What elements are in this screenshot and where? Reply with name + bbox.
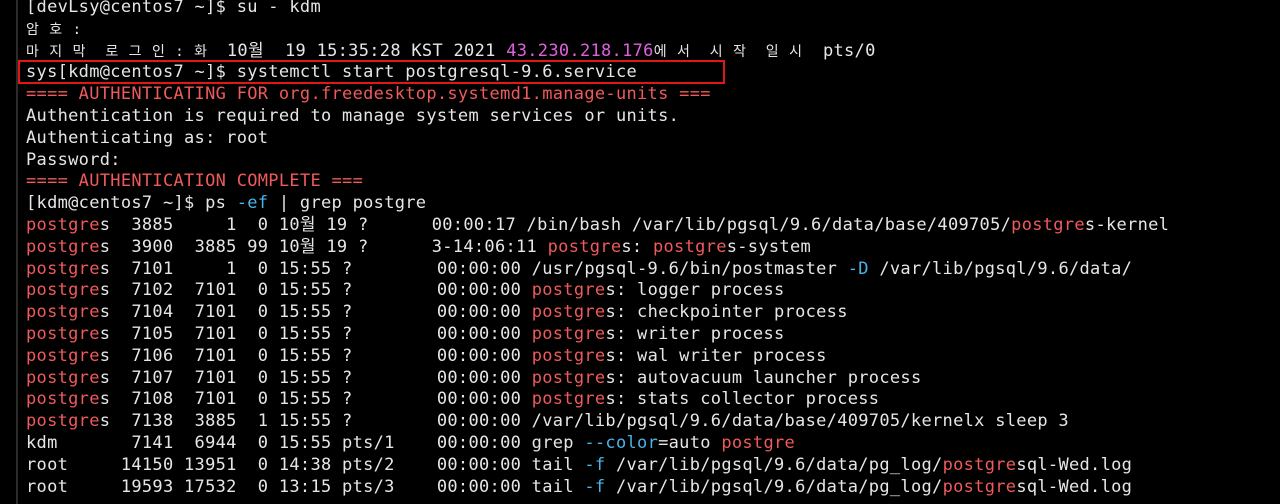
terminal-text-segment: postgre xyxy=(942,476,1017,497)
terminal-line: postgres 7101 1 0 15:55 ? 00:00:00 /usr/… xyxy=(26,259,1132,281)
terminal-text-segment: Authenticating as: root xyxy=(26,127,269,148)
terminal-text-segment: postgre xyxy=(547,236,622,257)
terminal-window[interactable]: [devLsy@centos7 ~]$ su - kdm 암 호 : 마 지 막 로… xyxy=(0,0,1280,504)
terminal-text-segment: postgre xyxy=(26,302,100,323)
terminal-text-segment: /var/lib/pgsql/9.6/data/pg_log/ xyxy=(605,454,943,475)
terminal-text-segment: postgre xyxy=(531,324,606,344)
terminal-text-segment: s 7106 7101 0 15:55 ? 00:00:00 xyxy=(99,345,532,366)
terminal-text-segment: Authentication is required to manage sys… xyxy=(26,106,680,126)
terminal-text-segment: postgre xyxy=(531,302,606,323)
terminal-line: Authenticating as: root xyxy=(26,128,268,150)
terminal-text-segment: s 7105 7101 0 15:55 ? 00:00:00 xyxy=(99,324,532,344)
terminal-line: postgres 7102 7101 0 15:55 ? 00:00:00 po… xyxy=(26,280,785,302)
terminal-line: [kdm@centos7 ~]$ ps -ef | grep postgre xyxy=(26,193,426,215)
terminal-text-segment: postgre xyxy=(942,454,1017,475)
terminal-text-segment: /var/lib/pgsql/9.6/data/pg_log/ xyxy=(605,476,943,497)
terminal-text-segment: [kdm@centos7 ~]$ ps xyxy=(26,193,237,214)
terminal-text-segment: Password: xyxy=(26,149,121,170)
terminal-text-segment: postgre xyxy=(26,345,100,366)
terminal-line: root 14150 13951 0 14:38 pts/2 00:00:00 … xyxy=(26,455,1132,477)
terminal-text-segment: ==== AUTHENTICATING FOR org.freedesktop.… xyxy=(26,84,711,105)
terminal-text-segment: s: autovacuum launcher process xyxy=(605,367,922,388)
terminal-text-segment: sql-Wed.log xyxy=(1016,454,1133,475)
terminal-text-segment: postgre xyxy=(26,411,100,432)
terminal-text-segment: postgre xyxy=(531,389,606,410)
terminal-text-segment: -f xyxy=(584,454,606,475)
terminal-text-segment: s: logger process xyxy=(605,280,785,301)
terminal-text-segment: s-system xyxy=(726,236,812,257)
terminal-text-segment: 43.230.218.176 xyxy=(506,40,654,61)
terminal-line: postgres 7138 3885 1 15:55 ? 00:00:00 /v… xyxy=(26,411,1069,433)
terminal-text-segment: s: wal writer process xyxy=(605,345,827,366)
terminal-text-segment: postgre xyxy=(26,258,100,279)
terminal-text-segment: s 3900 3885 99 10월 19 ? 3-14:06:11 xyxy=(99,236,548,257)
terminal-text-segment: postgre xyxy=(531,345,606,366)
terminal-text-segment: s 3885 1 0 10월 19 ? 00:00:17 /bin/bash /… xyxy=(99,215,1012,235)
terminal-text-segment: sql-Wed.log xyxy=(1016,476,1133,497)
terminal-text-segment: --color xyxy=(584,433,659,453)
terminal-line: Password: xyxy=(26,150,121,172)
terminal-text-segment: postgre xyxy=(26,280,100,301)
terminal-text-segment: [devLsy@centos7 ~]$ su - kdm xyxy=(26,0,321,17)
terminal-line: postgres 3885 1 0 10월 19 ? 00:00:17 /bin… xyxy=(26,215,1169,237)
terminal-line: postgres 3900 3885 99 10월 19 ? 3-14:06:1… xyxy=(26,237,811,259)
terminal-line: root 19593 17532 0 13:15 pts/3 00:00:00 … xyxy=(26,477,1132,499)
terminal-line: ==== AUTHENTICATION COMPLETE === xyxy=(26,171,363,193)
terminal-text-segment: -f xyxy=(584,476,606,497)
terminal-text-segment: s: xyxy=(621,236,653,257)
terminal-line: [devLsy@centos7 ~]$ su - kdm xyxy=(26,0,321,19)
terminal-text-segment: -D xyxy=(847,258,869,279)
terminal-text-segment: /var/lib/pgsql/9.6/data/ xyxy=(868,258,1133,279)
terminal-text-segment: root 19593 17532 0 13:15 pts/3 00:00:00 … xyxy=(26,476,585,497)
terminal-text-segment: -ef xyxy=(236,193,269,214)
terminal-text-segment: s 7138 3885 1 15:55 ? 00:00:00 /var/lib/… xyxy=(99,411,1069,432)
terminal-text-segment: postgre xyxy=(26,324,100,344)
command-highlight-box xyxy=(18,60,725,84)
terminal-text-segment: s 7108 7101 0 15:55 ? 00:00:00 xyxy=(99,389,532,410)
terminal-line: postgres 7106 7101 0 15:55 ? 00:00:00 po… xyxy=(26,346,827,368)
terminal-text-segment: postgre xyxy=(26,215,100,235)
terminal-text-segment: s: writer process xyxy=(605,324,785,344)
terminal-text-segment: ==== AUTHENTICATION COMPLETE === xyxy=(26,171,364,192)
terminal-text-segment: postgre xyxy=(26,389,100,410)
terminal-line: Authentication is required to manage sys… xyxy=(26,106,679,128)
terminal-text-segment: s 7102 7101 0 15:55 ? 00:00:00 xyxy=(99,280,532,301)
terminal-text-segment: s-kernel xyxy=(1084,215,1170,235)
terminal-text-segment: kdm 7141 6944 0 15:55 pts/1 00:00:00 gre… xyxy=(26,433,585,453)
terminal-text-segment: 마 지 막 로 그 인 : 화 xyxy=(26,43,227,60)
terminal-text-segment: postgre xyxy=(26,367,100,388)
terminal-line: kdm 7141 6944 0 15:55 pts/1 00:00:00 gre… xyxy=(26,433,795,455)
terminal-text-segment: postgre xyxy=(26,236,100,257)
terminal-text-segment: postgre xyxy=(721,433,796,453)
terminal-text-segment: s 7101 1 0 15:55 ? 00:00:00 /usr/pgsql-9… xyxy=(99,258,848,279)
terminal-text-segment: s 7104 7101 0 15:55 ? 00:00:00 xyxy=(99,302,532,323)
terminal-line: postgres 7107 7101 0 15:55 ? 00:00:00 po… xyxy=(26,368,921,390)
terminal-line: postgres 7108 7101 0 15:55 ? 00:00:00 po… xyxy=(26,389,879,411)
terminal-text-segment: =auto xyxy=(658,433,722,453)
terminal-text-segment: postgre xyxy=(531,280,606,301)
terminal-text-segment: 10월 19 15:35:28 KST 2021 xyxy=(226,40,507,61)
terminal-line: ==== AUTHENTICATING FOR org.freedesktop.… xyxy=(26,84,711,106)
terminal-text-segment: s: checkpointer process xyxy=(605,302,848,323)
terminal-text-segment: s: stats collector process xyxy=(605,389,880,410)
terminal-text-segment: postgre xyxy=(1011,215,1085,235)
terminal-text-segment: postgre xyxy=(652,236,727,257)
terminal-line: postgres 7105 7101 0 15:55 ? 00:00:00 po… xyxy=(26,324,785,346)
terminal-text-segment: root 14150 13951 0 14:38 pts/2 00:00:00 … xyxy=(26,454,585,475)
terminal-text-segment: s 7107 7101 0 15:55 ? 00:00:00 xyxy=(99,367,532,388)
terminal-line: postgres 7104 7101 0 15:55 ? 00:00:00 po… xyxy=(26,302,848,324)
terminal-text-segment: postgre xyxy=(531,367,606,388)
terminal-line: 암 호 : xyxy=(26,19,82,41)
terminal-text-segment: pts/0 xyxy=(812,40,876,61)
terminal-text-segment: 에 서 시 작 일 시 xyxy=(653,43,813,60)
terminal-text-segment: | grep postgre xyxy=(268,193,427,214)
terminal-text-segment: 암 호 : xyxy=(26,21,83,38)
